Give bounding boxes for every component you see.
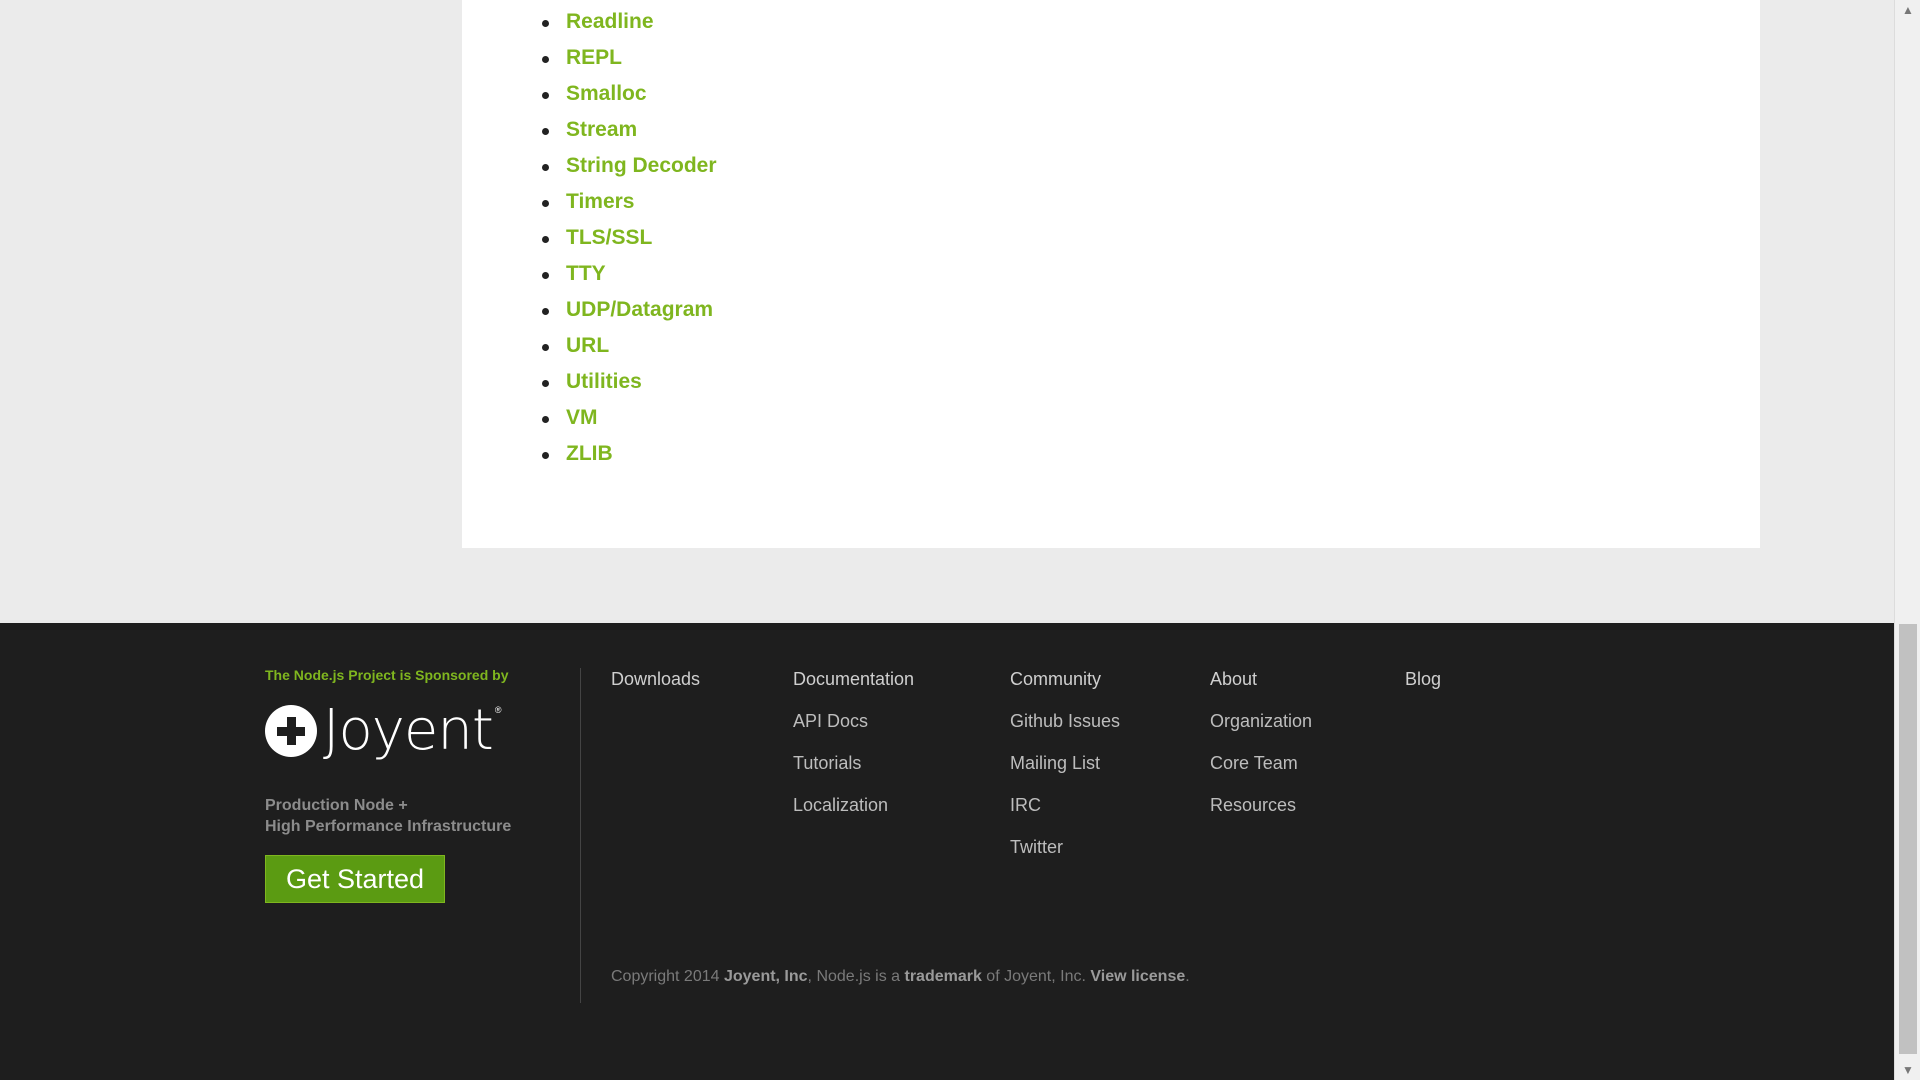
- footer-col-community: Community Github Issues Mailing List IRC…: [1010, 668, 1120, 878]
- trademark-link[interactable]: trademark: [904, 968, 981, 985]
- footer-col-downloads: Downloads: [611, 668, 700, 710]
- footer-link-mailing-list[interactable]: Mailing List: [1010, 752, 1120, 794]
- joyent-logo-text: Joyent: [323, 698, 494, 763]
- api-link-utilities[interactable]: Utilities: [566, 368, 642, 396]
- footer-link-documentation[interactable]: Documentation: [793, 668, 914, 710]
- sponsor-tagline: Production Node + High Performance Infra…: [265, 795, 511, 837]
- footer-link-twitter[interactable]: Twitter: [1010, 836, 1120, 878]
- bullet-icon: [542, 164, 549, 171]
- api-link-tty[interactable]: TTY: [566, 260, 606, 288]
- bullet-icon: [542, 344, 549, 351]
- api-link-zlib[interactable]: ZLIB: [566, 440, 613, 468]
- api-link-udp-datagram[interactable]: UDP/Datagram: [566, 296, 713, 324]
- vertical-scrollbar[interactable]: ▲ ▼: [1894, 0, 1920, 1080]
- api-link-url[interactable]: URL: [566, 332, 609, 360]
- bullet-icon: [542, 56, 549, 63]
- api-link-vm[interactable]: VM: [566, 404, 598, 432]
- bullet-icon: [542, 416, 549, 423]
- scroll-thumb[interactable]: [1899, 624, 1917, 1054]
- footer-link-resources[interactable]: Resources: [1210, 794, 1312, 836]
- bullet-icon: [542, 452, 549, 459]
- footer-link-irc[interactable]: IRC: [1010, 794, 1120, 836]
- get-started-button[interactable]: Get Started: [265, 855, 445, 903]
- api-link-tls-ssl[interactable]: TLS/SSL: [566, 224, 652, 252]
- footer-link-github-issues[interactable]: Github Issues: [1010, 710, 1120, 752]
- api-link-smalloc[interactable]: Smalloc: [566, 80, 647, 108]
- copyright-notice: Copyright 2014 Joyent, Inc, Node.js is a…: [611, 968, 1190, 986]
- footer-link-downloads[interactable]: Downloads: [611, 668, 700, 710]
- footer-divider: [580, 668, 581, 1003]
- sponsor-text: The Node.js Project is Sponsored by: [265, 667, 509, 683]
- footer-link-organization[interactable]: Organization: [1210, 710, 1312, 752]
- view-license-link[interactable]: View license: [1090, 968, 1185, 985]
- api-link-timers[interactable]: Timers: [566, 188, 635, 216]
- api-link-stream[interactable]: Stream: [566, 116, 637, 144]
- bullet-icon: [542, 272, 549, 279]
- tagline-line-1: Production Node +: [265, 797, 408, 814]
- api-link-repl[interactable]: REPL: [566, 44, 622, 72]
- tagline-line-2: High Performance Infrastructure: [265, 818, 512, 835]
- footer-col-about: About Organization Core Team Resources: [1210, 668, 1312, 836]
- copyright-middle: , Node.js is a: [807, 968, 905, 985]
- copyright-suffix: of Joyent, Inc.: [981, 968, 1091, 985]
- bullet-icon: [542, 308, 549, 315]
- copyright-prefix: Copyright 2014: [611, 968, 724, 985]
- footer-link-about[interactable]: About: [1210, 668, 1312, 710]
- content-card: [462, 0, 1760, 548]
- api-link-string-decoder[interactable]: String Decoder: [566, 152, 717, 180]
- scroll-up-arrow-icon[interactable]: ▲: [1895, 0, 1920, 20]
- bullet-icon: [542, 92, 549, 99]
- scroll-down-arrow-icon[interactable]: ▼: [1895, 1060, 1920, 1080]
- footer-col-blog: Blog: [1405, 668, 1441, 710]
- joyent-logo[interactable]: Joyent ®: [265, 698, 502, 763]
- sponsor-block: The Node.js Project is Sponsored by Joye…: [265, 667, 565, 903]
- copyright-company: Joyent, Inc: [723, 968, 808, 985]
- bullet-icon: [542, 236, 549, 243]
- footer-link-core-team[interactable]: Core Team: [1210, 752, 1312, 794]
- bullet-icon: [542, 380, 549, 387]
- bullet-icon: [542, 128, 549, 135]
- bullet-icon: [542, 200, 549, 207]
- footer-col-documentation: Documentation API Docs Tutorials Localiz…: [793, 668, 914, 836]
- api-link-readline[interactable]: Readline: [566, 8, 654, 36]
- copyright-end: .: [1185, 968, 1190, 985]
- site-footer: The Node.js Project is Sponsored by Joye…: [0, 623, 1894, 1080]
- footer-link-tutorials[interactable]: Tutorials: [793, 752, 914, 794]
- registered-mark: ®: [494, 705, 502, 715]
- footer-link-localization[interactable]: Localization: [793, 794, 914, 836]
- footer-link-community[interactable]: Community: [1010, 668, 1120, 710]
- footer-link-blog[interactable]: Blog: [1405, 668, 1441, 710]
- joyent-plus-icon: [265, 705, 317, 757]
- footer-link-api-docs[interactable]: API Docs: [793, 710, 914, 752]
- bullet-icon: [542, 20, 549, 27]
